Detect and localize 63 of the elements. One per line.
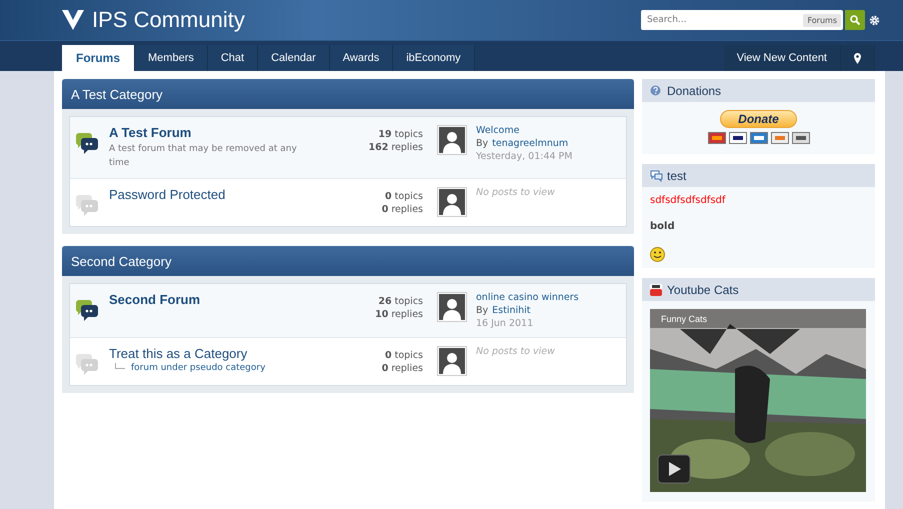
- nav-tab[interactable]: Calendar: [258, 45, 330, 71]
- reply-count: 162 replies: [367, 142, 423, 153]
- map-pin-icon: [854, 52, 861, 64]
- by-label: By: [476, 138, 488, 149]
- last-post-link[interactable]: Welcome: [476, 125, 520, 136]
- last-post-link[interactable]: online casino winners: [476, 292, 579, 303]
- block-title: test: [667, 168, 686, 182]
- search-field[interactable]: Search... Forums: [641, 10, 843, 30]
- author-link[interactable]: Estinihit: [492, 305, 531, 316]
- speech-bubbles-icon: [75, 133, 99, 154]
- payment-card-icon: [792, 132, 810, 144]
- topic-count: 0 topics: [384, 350, 423, 361]
- reply-count: 0 replies: [380, 363, 423, 374]
- author-link[interactable]: tenagreelmnum: [492, 138, 568, 149]
- payment-card-icon: [750, 132, 768, 144]
- post-date: 16 Jun 2011: [476, 318, 534, 329]
- no-posts-text: No posts to view: [476, 187, 556, 198]
- nav-tab[interactable]: ibEconomy: [393, 45, 475, 71]
- topic-count: 19 topics: [377, 129, 423, 140]
- block-title: Youtube Cats: [667, 282, 739, 296]
- help-icon: [650, 84, 663, 96]
- site-title: IPS Community: [92, 7, 245, 33]
- payment-card-icon: [770, 132, 788, 144]
- no-posts-text: No posts to view: [476, 346, 556, 357]
- speech-bubbles-icon: [75, 354, 99, 375]
- video-player[interactable]: Funny Cats: [650, 309, 866, 492]
- search-icon: [850, 15, 860, 25]
- view-new-content-link[interactable]: View New Content: [724, 45, 841, 71]
- speech-bubbles-icon: [650, 170, 663, 182]
- forum-link[interactable]: A Test Forum: [109, 125, 192, 140]
- custom-text: sdfsdfsdfsdfsdf: [650, 195, 727, 206]
- topic-count: 26 topics: [377, 296, 423, 307]
- category-header: A Test Category: [62, 79, 634, 109]
- by-label: By: [476, 305, 488, 316]
- nav-tab[interactable]: Forums: [62, 45, 136, 71]
- category-header: Second Category: [62, 246, 634, 276]
- forum-link[interactable]: Password Protected: [109, 187, 226, 202]
- payment-card-icon: [708, 132, 726, 144]
- subforum-link[interactable]: forum under pseudo category: [131, 363, 266, 373]
- nav-tab[interactable]: Awards: [330, 45, 394, 71]
- block-title: Donations: [667, 84, 722, 98]
- bold-text: bold: [650, 221, 676, 232]
- search-scope[interactable]: Forums: [803, 14, 841, 26]
- logo-icon: [62, 10, 84, 30]
- settings-icon[interactable]: [869, 14, 880, 26]
- video-icon: [650, 284, 663, 296]
- speech-bubbles-icon: [75, 195, 99, 216]
- forum-description: A test forum that may be removed at any time: [109, 143, 298, 170]
- topic-count: 0 topics: [384, 191, 423, 202]
- reply-count: 0 replies: [380, 204, 423, 215]
- post-date: Yesterday, 01:44 PM: [476, 151, 574, 162]
- nav-tab[interactable]: Members: [135, 45, 208, 71]
- play-icon[interactable]: [657, 454, 691, 484]
- video-title: Funny Cats: [650, 309, 866, 328]
- donate-button[interactable]: Donate: [720, 110, 797, 128]
- speech-bubbles-icon: [75, 300, 99, 321]
- nav-tab[interactable]: Chat: [208, 45, 258, 71]
- reply-count: 10 replies: [374, 309, 423, 320]
- forum-link[interactable]: Second Forum: [109, 292, 200, 307]
- forum-link[interactable]: Treat this as a Category: [109, 346, 248, 361]
- location-button[interactable]: [841, 45, 875, 71]
- payment-card-icon: [728, 132, 746, 144]
- smiley-icon: [650, 247, 665, 262]
